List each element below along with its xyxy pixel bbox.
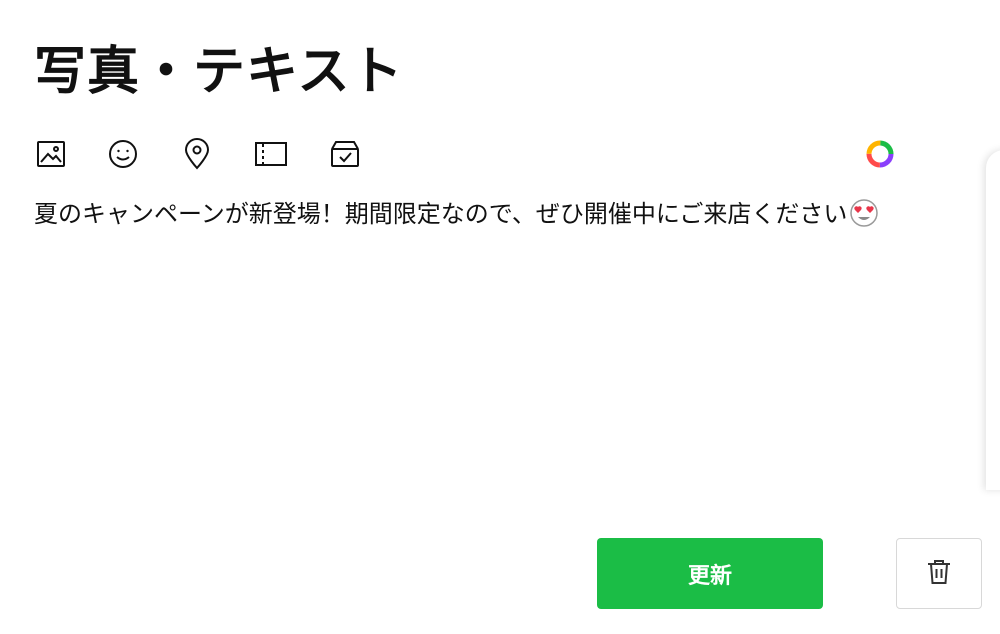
- message-text: 夏のキャンペーンが新登場！期間限定なので、ぜひ開催中にご来店ください: [34, 200, 848, 228]
- image-icon[interactable]: [34, 136, 68, 172]
- trash-icon: [926, 558, 952, 590]
- location-icon[interactable]: [180, 136, 214, 172]
- ai-assist-icon[interactable]: [864, 138, 896, 170]
- message-textarea[interactable]: 夏のキャンペーンが新登場！期間限定なので、ぜひ開催中にご来店ください: [34, 196, 904, 476]
- heart-eyes-emoji: [849, 198, 879, 228]
- emoji-icon[interactable]: [106, 136, 140, 172]
- side-panel-edge: [986, 150, 1000, 490]
- section-title: 写真・テキスト: [34, 42, 404, 102]
- shop-card-icon[interactable]: [328, 136, 362, 172]
- update-button[interactable]: 更新: [597, 538, 823, 609]
- coupon-icon[interactable]: [254, 136, 288, 172]
- editor-page: 写真・テキスト 夏のキャンペーンが新登場！期間限定なので、ぜひ開催中にご来店くだ…: [0, 0, 1000, 634]
- delete-button[interactable]: [896, 538, 982, 609]
